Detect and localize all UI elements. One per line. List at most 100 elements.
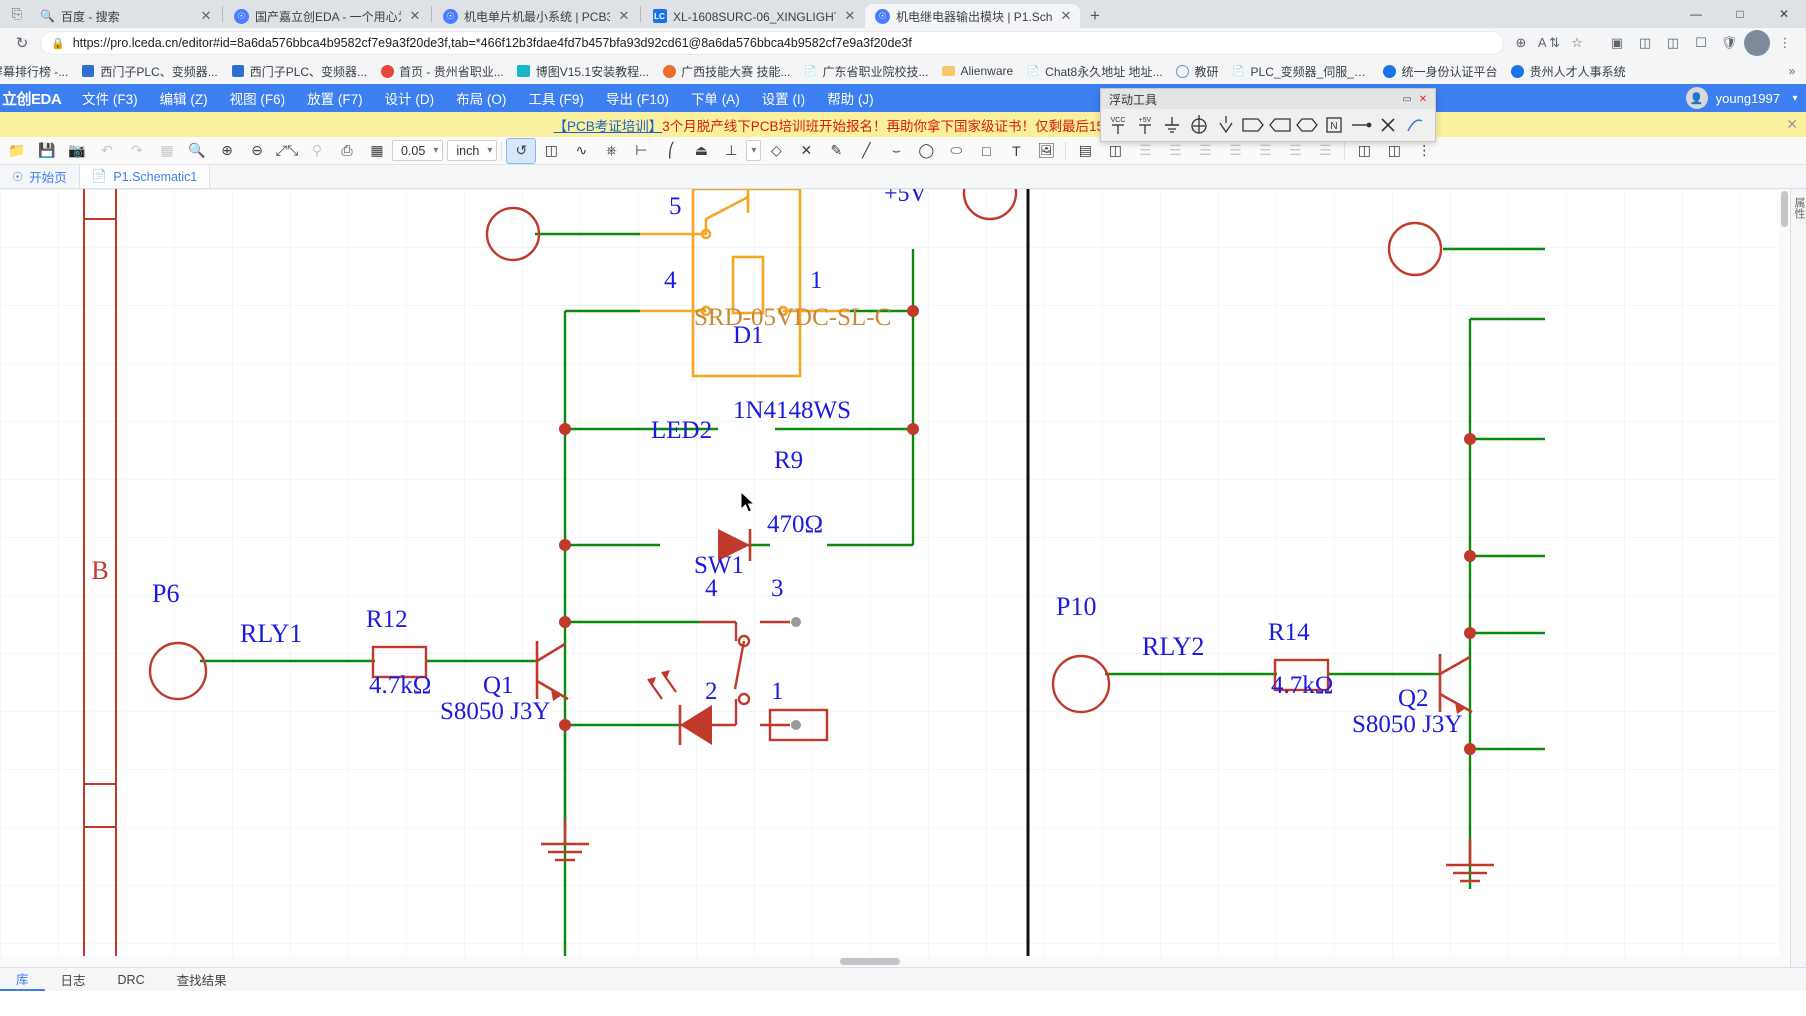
image-icon[interactable]: 🖼 <box>1031 138 1061 164</box>
fit-screen-icon[interactable]: ⤢⤡ <box>272 138 302 164</box>
ground-earth-icon[interactable] <box>1159 112 1185 138</box>
bookmark-item[interactable]: 📄 广东省职业院校技... <box>797 61 934 82</box>
status-tab-drc[interactable]: DRC <box>102 968 161 991</box>
zoom-icon[interactable]: ⊕ <box>1508 30 1534 56</box>
browser-tab-2[interactable]: ☉ 机电单片机最小系统 | PCB3 | 嘉立 ✕ <box>433 4 638 28</box>
bookmark-item[interactable]: 博图V15.1安装教程... <box>511 61 655 82</box>
bookmarks-overflow-icon[interactable]: » <box>1782 64 1802 78</box>
close-icon[interactable]: ✕ <box>1415 91 1431 107</box>
plus5v-icon[interactable]: +5V <box>1132 112 1158 138</box>
menu-design[interactable]: 设计 (D) <box>374 85 446 111</box>
address-bar[interactable]: 🔒 https://pro.lceda.cn/editor#id=8a6da57… <box>40 31 1504 55</box>
select-area-icon[interactable]: ⎙ <box>332 138 362 164</box>
shield-icon[interactable]: 🛡 <box>1716 30 1742 56</box>
new-tab-button[interactable]: + <box>1081 4 1109 28</box>
horizontal-scrollbar[interactable] <box>0 956 1790 967</box>
bus-icon[interactable]: ⎛ <box>656 138 686 164</box>
zoom-in-icon[interactable]: ⊕ <box>212 138 242 164</box>
maximize-button[interactable]: □ <box>1718 0 1762 28</box>
bookmark-item[interactable]: 统一身份认证平台 <box>1377 61 1504 82</box>
zoom-out-icon[interactable]: ⊖ <box>242 138 272 164</box>
close-icon[interactable]: ✕ <box>1786 116 1798 133</box>
status-tab-find-results[interactable]: 查找结果 <box>161 968 243 991</box>
browser-tab-3[interactable]: LC XL-1608SURC-06_XINGLIGHT(成兴 ✕ <box>642 4 864 28</box>
minimize-button[interactable]: — <box>1674 0 1718 28</box>
grid-icon[interactable]: ▦ <box>362 138 392 164</box>
bookmark-item[interactable]: 首页 - 贵州省职业... <box>374 61 510 82</box>
tab-close-icon[interactable]: ✕ <box>198 8 214 24</box>
tab-close-icon[interactable]: ✕ <box>407 8 423 24</box>
port-left-icon[interactable] <box>1267 112 1293 138</box>
bookmark-star-icon[interactable]: ☆ <box>1564 30 1590 56</box>
tab-close-icon[interactable]: ✕ <box>1058 8 1074 24</box>
unit-select[interactable]: inch ▾ <box>447 140 498 161</box>
browser-tab-1[interactable]: ☉ 国产嘉立创EDA - 一个用心为中国 ✕ <box>224 4 429 28</box>
bookmark-item[interactable]: Alienware <box>935 62 1019 80</box>
zoom-area-dim-icon[interactable]: ⚲ <box>302 138 332 164</box>
bookmark-item[interactable]: 教研 <box>1170 61 1225 82</box>
right-panel-label[interactable]: 属性 <box>1791 189 1806 219</box>
schematic-canvas[interactable]: B 5 4 1 +5V SRD-05VDC-SL-C D1 1N4148WS L… <box>0 189 1806 967</box>
menu-export[interactable]: 导出 (F10) <box>595 85 680 111</box>
no-connect-icon[interactable]: ✕ <box>791 138 821 164</box>
sidepanel-icon[interactable]: ◫ <box>1632 30 1658 56</box>
netlabel-icon[interactable]: ⎈ <box>596 138 626 164</box>
floating-panel-header[interactable]: 浮动工具 ▭ ✕ <box>1101 89 1435 109</box>
net-port-icon[interactable]: ◇ <box>761 138 791 164</box>
chevron-down-icon[interactable]: ▾ <box>1788 93 1802 104</box>
circle-icon[interactable]: ◯ <box>911 138 941 164</box>
snap-toggle-icon[interactable]: ↺ <box>506 137 537 164</box>
doc-tab-home[interactable]: ☉ 开始页 <box>0 165 80 188</box>
netlabel-n-icon[interactable]: N <box>1321 112 1347 138</box>
menu-help[interactable]: 帮助 (J) <box>816 85 885 111</box>
menu-layout[interactable]: 布局 (O) <box>445 85 517 111</box>
minimize-icon[interactable]: ▭ <box>1399 91 1415 107</box>
right-panel-rail[interactable]: 属性 <box>1790 189 1806 967</box>
ground-icon[interactable]: ⏏ <box>686 138 716 164</box>
port-right-icon[interactable] <box>1240 112 1266 138</box>
ellipse-icon[interactable]: ⬭ <box>941 138 971 164</box>
bookmark-item[interactable]: 西门子PLC、变频器... <box>225 61 373 82</box>
netflag-icon[interactable]: ⊢ <box>626 138 656 164</box>
user-avatar[interactable]: 👤 <box>1685 87 1708 109</box>
browser-tab-0[interactable]: 🔍 百度 - 搜索 ✕ <box>30 4 220 28</box>
ground-chassis-icon[interactable] <box>1213 112 1239 138</box>
vcc-icon[interactable]: ⊥ <box>716 138 746 164</box>
folder-open-icon[interactable]: 📁 <box>2 138 32 164</box>
status-tab-library[interactable]: 库 <box>0 968 45 991</box>
browser-tab-4[interactable]: ☉ 机电继电器输出模块 | P1.Schemat ✕ <box>865 4 1080 28</box>
arc-tool-icon[interactable] <box>1402 112 1428 138</box>
delete-x-icon[interactable] <box>1375 112 1401 138</box>
user-name[interactable]: young1997 <box>1716 91 1780 106</box>
close-button[interactable]: ✕ <box>1762 0 1806 28</box>
bookmark-item[interactable]: 📄 Chat8永久地址 地址... <box>1020 61 1168 82</box>
split-screen-icon[interactable]: ◫ <box>1660 30 1686 56</box>
grid-size-select[interactable]: 0.05 ▾ <box>392 140 444 161</box>
status-tab-log[interactable]: 日志 <box>45 968 102 991</box>
reload-icon[interactable]: ↻ <box>8 30 36 56</box>
avatar[interactable] <box>1744 30 1770 56</box>
translate-icon[interactable]: A ⇅ <box>1536 30 1562 56</box>
extension-puzzle-icon[interactable]: ▣ <box>1604 30 1630 56</box>
bookmark-item[interactable]: 西门子PLC、变频器... <box>75 61 223 82</box>
tab-close-icon[interactable]: ✕ <box>842 8 858 24</box>
floating-tool-panel[interactable]: 浮动工具 ▭ ✕ VCC +5V N <box>1100 88 1436 142</box>
menu-edit[interactable]: 编辑 (Z) <box>149 85 219 111</box>
rect-icon[interactable]: □ <box>971 138 1001 164</box>
more-vertical-icon[interactable]: ⋮ <box>1772 30 1798 56</box>
undo-icon[interactable]: ↶ <box>92 138 122 164</box>
bookmark-item[interactable]: 📄 PLC_变频器_伺服_人... <box>1226 61 1376 82</box>
save-icon[interactable]: 💾 <box>32 138 62 164</box>
text-icon[interactable]: T <box>1001 138 1031 164</box>
power-dropdown[interactable]: ▾ <box>746 140 762 161</box>
line-icon[interactable]: ╱ <box>851 138 881 164</box>
menu-file[interactable]: 文件 (F3) <box>71 85 149 111</box>
menu-tools[interactable]: 工具 (F9) <box>517 85 595 111</box>
bookmark-item[interactable]: 贵州人才人事系统 <box>1505 61 1632 82</box>
cast-icon[interactable]: ☐ <box>1688 30 1714 56</box>
menu-place[interactable]: 放置 (F7) <box>296 85 374 111</box>
no-connect-line-icon[interactable] <box>1348 112 1374 138</box>
pen-icon[interactable]: ✎ <box>821 138 851 164</box>
save-snapshot-icon[interactable]: 📷 <box>62 138 92 164</box>
scrollbar-thumb[interactable] <box>1781 191 1788 227</box>
